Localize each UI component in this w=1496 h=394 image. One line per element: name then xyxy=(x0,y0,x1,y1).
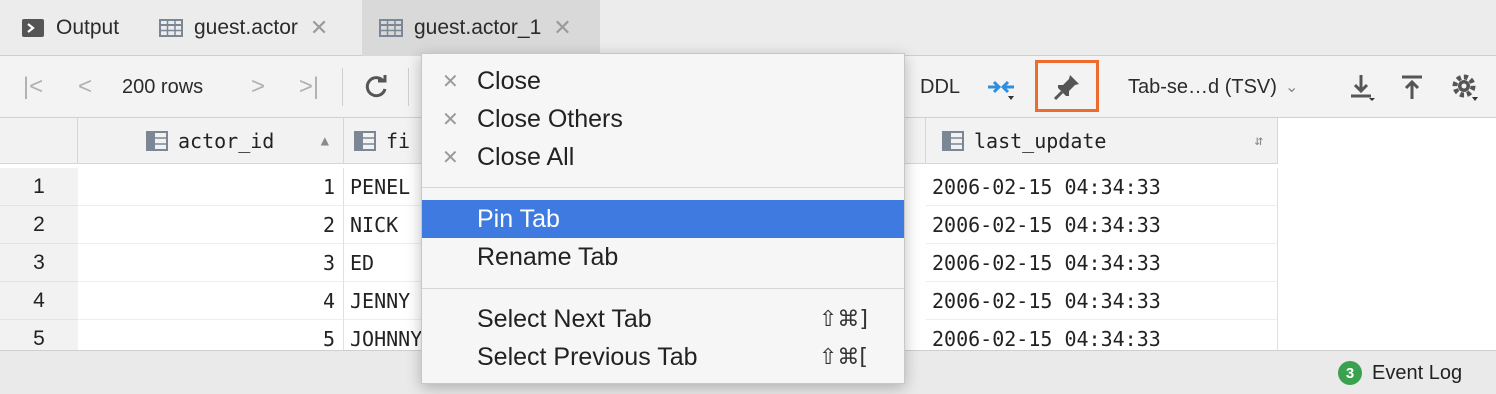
chevron-down-icon: ⌄ xyxy=(1284,79,1299,96)
ddl-button[interactable]: DDL xyxy=(920,56,960,118)
menu-item-select-next-tab[interactable]: Select Next Tab ⇧⌘] xyxy=(422,300,904,338)
first-page-icon[interactable]: |< xyxy=(18,72,48,102)
cell-first-name[interactable]: NICK xyxy=(344,206,424,244)
cell-last-update[interactable]: 2006-02-15 04:34:33 xyxy=(926,244,1278,282)
column-icon xyxy=(942,130,964,151)
last-page-icon[interactable]: >| xyxy=(294,72,324,102)
rows-count[interactable]: 200 rows xyxy=(122,56,203,118)
tab-guest-actor[interactable]: guest.actor ✕ xyxy=(158,0,328,56)
cell-last-update[interactable]: 2006-02-15 04:34:33 xyxy=(926,206,1278,244)
menu-item-label: Close Others xyxy=(477,104,623,133)
column-header-actor-id[interactable]: actor_id ▲ xyxy=(78,118,344,164)
menu-item-pin-tab[interactable]: Pin Tab xyxy=(422,200,904,238)
column-header-first-name[interactable]: fi xyxy=(344,118,424,164)
row-number[interactable]: 3 xyxy=(0,244,78,282)
grid-corner xyxy=(0,118,78,164)
menu-item-close-all[interactable]: ✕ Close All xyxy=(422,138,904,176)
close-icon: ✕ xyxy=(442,146,459,169)
close-icon[interactable]: ✕ xyxy=(553,15,571,41)
event-log-label: Event Log xyxy=(1372,361,1463,384)
shortcut-label: ⇧⌘[ xyxy=(818,344,868,370)
upload-icon[interactable] xyxy=(1397,72,1427,102)
event-log-button[interactable]: 3 Event Log xyxy=(1338,361,1462,385)
table-icon xyxy=(379,19,403,37)
tab-guest-actor-1[interactable]: guest.actor_1 ✕ xyxy=(362,0,600,56)
export-format-label: Tab-se…d (TSV) xyxy=(1128,75,1277,98)
menu-item-label: Close xyxy=(477,66,541,95)
close-icon[interactable]: ✕ xyxy=(310,15,328,41)
menu-separator xyxy=(422,288,904,289)
cell-actor-id[interactable]: 1 xyxy=(78,168,344,206)
event-count-badge: 3 xyxy=(1338,361,1362,385)
cell-actor-id[interactable]: 3 xyxy=(78,244,344,282)
cell-first-name[interactable]: PENEL xyxy=(344,168,424,206)
close-icon: ✕ xyxy=(442,70,459,93)
refresh-icon[interactable] xyxy=(361,72,391,102)
tab-context-menu: ✕ Close ✕ Close Others ✕ Close All Pin T… xyxy=(421,53,905,384)
tab-label: guest.actor_1 xyxy=(414,16,542,39)
menu-item-close-others[interactable]: ✕ Close Others xyxy=(422,100,904,138)
row-number[interactable]: 2 xyxy=(0,206,78,244)
column-icon xyxy=(354,130,376,151)
menu-item-label: Select Previous Tab xyxy=(477,342,698,371)
column-icon xyxy=(146,130,168,151)
tab-label: Output xyxy=(56,16,120,39)
pin-highlight-box xyxy=(1035,60,1099,112)
table-icon xyxy=(159,19,183,37)
editor-tab-bar: Output guest.actor ✕ guest.actor_1 ✕ xyxy=(0,0,1496,56)
prev-page-icon[interactable]: < xyxy=(70,72,100,102)
menu-separator xyxy=(422,187,904,188)
cell-last-update[interactable]: 2006-02-15 04:34:33 xyxy=(926,282,1278,320)
console-icon xyxy=(22,19,44,37)
cell-actor-id[interactable]: 2 xyxy=(78,206,344,244)
cell-first-name[interactable]: ED xyxy=(344,244,424,282)
cell-first-name[interactable]: JENNY xyxy=(344,282,424,320)
shortcut-label: ⇧⌘] xyxy=(818,306,868,332)
compare-icon[interactable] xyxy=(986,72,1016,102)
column-name: actor_id xyxy=(178,128,275,153)
menu-item-label: Close All xyxy=(477,142,575,171)
export-format-select[interactable]: Tab-se…d (TSV) ⌄ xyxy=(1128,56,1298,118)
close-icon: ✕ xyxy=(442,108,459,131)
menu-item-label: Rename Tab xyxy=(477,242,619,271)
menu-item-close[interactable]: ✕ Close xyxy=(422,62,904,100)
tab-label: guest.actor xyxy=(194,16,298,39)
row-number[interactable]: 4 xyxy=(0,282,78,320)
toolbar-separator xyxy=(408,68,409,106)
menu-item-label: Pin Tab xyxy=(477,204,560,233)
toolbar-separator xyxy=(342,68,343,106)
cell-last-update[interactable]: 2006-02-15 04:34:33 xyxy=(926,168,1278,206)
sort-icon[interactable]: ▲ xyxy=(321,133,329,149)
tab-output[interactable]: Output xyxy=(20,0,119,56)
column-header-last-update[interactable]: last_update ⇵ xyxy=(926,118,1278,164)
row-number[interactable]: 1 xyxy=(0,168,78,206)
menu-item-rename-tab[interactable]: Rename Tab xyxy=(422,238,904,276)
download-icon[interactable] xyxy=(1347,72,1377,102)
next-page-icon[interactable]: > xyxy=(243,72,273,102)
sort-icon[interactable]: ⇵ xyxy=(1255,133,1263,149)
column-header-hidden xyxy=(905,118,926,164)
menu-item-select-previous-tab[interactable]: Select Previous Tab ⇧⌘[ xyxy=(422,338,904,376)
settings-icon[interactable] xyxy=(1450,72,1480,102)
column-name: fi xyxy=(386,128,411,153)
cell-actor-id[interactable]: 4 xyxy=(78,282,344,320)
menu-item-label: Select Next Tab xyxy=(477,304,652,333)
column-name: last_update xyxy=(974,128,1107,153)
